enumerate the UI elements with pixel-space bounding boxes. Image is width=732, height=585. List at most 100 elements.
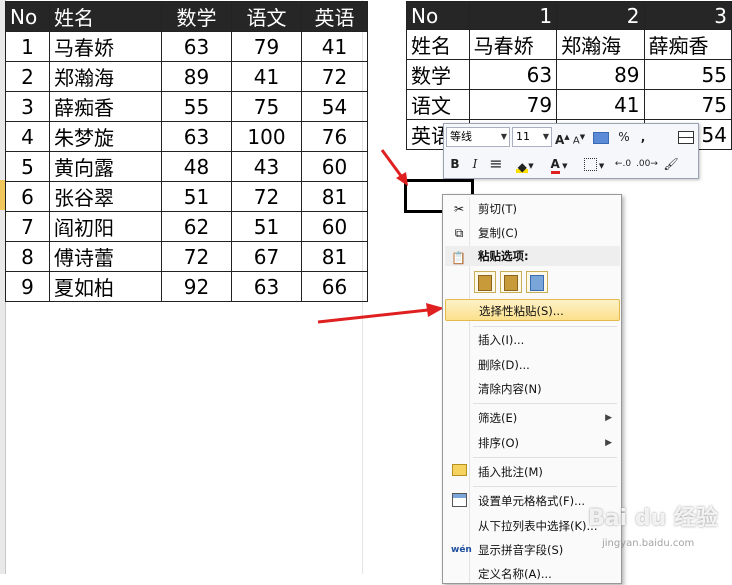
- cell[interactable]: 54: [301, 91, 368, 122]
- cell[interactable]: 6: [5, 181, 50, 212]
- cell[interactable]: 81: [301, 181, 368, 212]
- font-size-combo[interactable]: 11 ▼: [512, 127, 552, 147]
- format-painter-brush-button[interactable]: 🖌: [662, 154, 680, 174]
- header-cell[interactable]: 3: [643, 1, 732, 30]
- table-row: 2 郑瀚海 89 41 72: [5, 61, 368, 92]
- cell[interactable]: 语文: [406, 89, 470, 120]
- comma-style-button[interactable]: ,: [636, 127, 650, 147]
- submenu-arrow-icon: ▶: [605, 438, 612, 448]
- cell[interactable]: 43: [231, 151, 302, 182]
- borders-button[interactable]: ▼: [580, 154, 608, 174]
- cell[interactable]: 51: [161, 181, 232, 212]
- cell[interactable]: 3: [5, 91, 50, 122]
- chevron-down-icon: ▼: [542, 132, 549, 141]
- header-cell[interactable]: 2: [556, 1, 645, 30]
- cell[interactable]: 67: [231, 241, 302, 272]
- increase-decimal-button[interactable]: ←.0: [612, 154, 634, 174]
- menu-item-copy[interactable]: ⧉ 复制(C): [445, 222, 620, 244]
- cell[interactable]: 马春娇: [468, 29, 558, 60]
- cell[interactable]: 81: [301, 241, 368, 272]
- header-cell[interactable]: 1: [468, 1, 558, 30]
- cell[interactable]: 朱梦旋: [49, 121, 162, 152]
- cell[interactable]: 63: [161, 121, 232, 152]
- cell[interactable]: 5: [5, 151, 50, 182]
- italic-button[interactable]: I: [467, 154, 483, 174]
- cell[interactable]: 92: [161, 271, 232, 302]
- paste-formulas-button[interactable]: [500, 271, 522, 293]
- cell[interactable]: 数学: [406, 59, 470, 90]
- cell[interactable]: 60: [301, 151, 368, 182]
- fill-color-button[interactable]: ◆▼: [510, 154, 540, 174]
- cell[interactable]: 2: [5, 61, 50, 92]
- menu-item-insert[interactable]: 插入(I)...: [445, 329, 620, 351]
- cell[interactable]: 48: [161, 151, 232, 182]
- cell[interactable]: 63: [161, 31, 232, 62]
- cell[interactable]: 郑瀚海: [49, 61, 162, 92]
- grow-font-button[interactable]: A▲: [555, 127, 570, 147]
- menu-item-paste-special[interactable]: 选择性粘贴(S)...: [445, 299, 620, 321]
- cell[interactable]: 55: [161, 91, 232, 122]
- cell[interactable]: 傅诗蕾: [49, 241, 162, 272]
- cell[interactable]: 89: [161, 61, 232, 92]
- cell[interactable]: 72: [301, 61, 368, 92]
- menu-item-insert-comment[interactable]: 插入批注(M): [445, 461, 620, 483]
- decrease-decimal-button[interactable]: .00→: [636, 154, 658, 174]
- cell[interactable]: 63: [468, 59, 558, 90]
- cell[interactable]: 9: [5, 271, 50, 302]
- menu-item-clear-contents[interactable]: 清除内容(N): [445, 378, 620, 400]
- cell[interactable]: 郑瀚海: [556, 29, 645, 60]
- header-cell[interactable]: 语文: [231, 1, 302, 32]
- format-painter-button[interactable]: [676, 127, 696, 147]
- cell[interactable]: 姓名: [406, 29, 470, 60]
- cell[interactable]: 4: [5, 121, 50, 152]
- cell[interactable]: 41: [231, 61, 302, 92]
- cell[interactable]: 62: [161, 211, 232, 242]
- menu-item-cut[interactable]: ✂ 剪切(T): [445, 198, 620, 220]
- header-cell[interactable]: 数学: [161, 1, 232, 32]
- cell[interactable]: 72: [161, 241, 232, 272]
- header-cell[interactable]: 英语: [301, 1, 368, 32]
- cell[interactable]: 51: [231, 211, 302, 242]
- cell[interactable]: 76: [301, 121, 368, 152]
- cell[interactable]: 1: [5, 31, 50, 62]
- font-name-combo[interactable]: 等线 ▼: [446, 127, 510, 147]
- paste-formulas-icon: [504, 275, 518, 291]
- menu-item-define-name[interactable]: 定义名称(A)...: [445, 563, 620, 585]
- cell[interactable]: 75: [231, 91, 302, 122]
- cell[interactable]: 41: [556, 89, 645, 120]
- cell[interactable]: 60: [301, 211, 368, 242]
- cell[interactable]: 79: [231, 31, 302, 62]
- cell[interactable]: 张谷翠: [49, 181, 162, 212]
- percent-style-button[interactable]: %: [616, 127, 632, 147]
- cell[interactable]: 41: [301, 31, 368, 62]
- align-center-button[interactable]: ≡: [487, 154, 505, 174]
- cell[interactable]: 79: [468, 89, 558, 120]
- cell[interactable]: 阎初阳: [49, 211, 162, 242]
- cell[interactable]: 黄向露: [49, 151, 162, 182]
- cell[interactable]: 66: [301, 271, 368, 302]
- font-color-button[interactable]: A ▼: [544, 154, 574, 174]
- menu-item-filter[interactable]: 筛选(E) ▶: [445, 407, 620, 429]
- header-cell[interactable]: 姓名: [49, 1, 162, 32]
- cell[interactable]: 薛痴香: [643, 29, 732, 60]
- cell[interactable]: 100: [231, 121, 302, 152]
- bold-button[interactable]: B: [447, 154, 463, 174]
- cell[interactable]: 7: [5, 211, 50, 242]
- cell[interactable]: 89: [556, 59, 645, 90]
- cell[interactable]: 63: [231, 271, 302, 302]
- cell[interactable]: 72: [231, 181, 302, 212]
- paste-picture-button[interactable]: [526, 271, 548, 293]
- paste-option-button[interactable]: [474, 271, 496, 293]
- cell[interactable]: 薛痴香: [49, 91, 162, 122]
- header-cell[interactable]: No: [406, 1, 470, 30]
- cell[interactable]: 55: [643, 59, 732, 90]
- shrink-font-button[interactable]: A▼: [572, 127, 586, 147]
- accounting-format-button[interactable]: [590, 127, 612, 147]
- menu-item-delete[interactable]: 删除(D)...: [445, 354, 620, 376]
- cell[interactable]: 75: [643, 89, 732, 120]
- cell[interactable]: 8: [5, 241, 50, 272]
- header-cell[interactable]: No: [5, 1, 50, 32]
- menu-item-sort[interactable]: 排序(O) ▶: [445, 432, 620, 454]
- cell[interactable]: 夏如柏: [49, 271, 162, 302]
- cell[interactable]: 马春娇: [49, 31, 162, 62]
